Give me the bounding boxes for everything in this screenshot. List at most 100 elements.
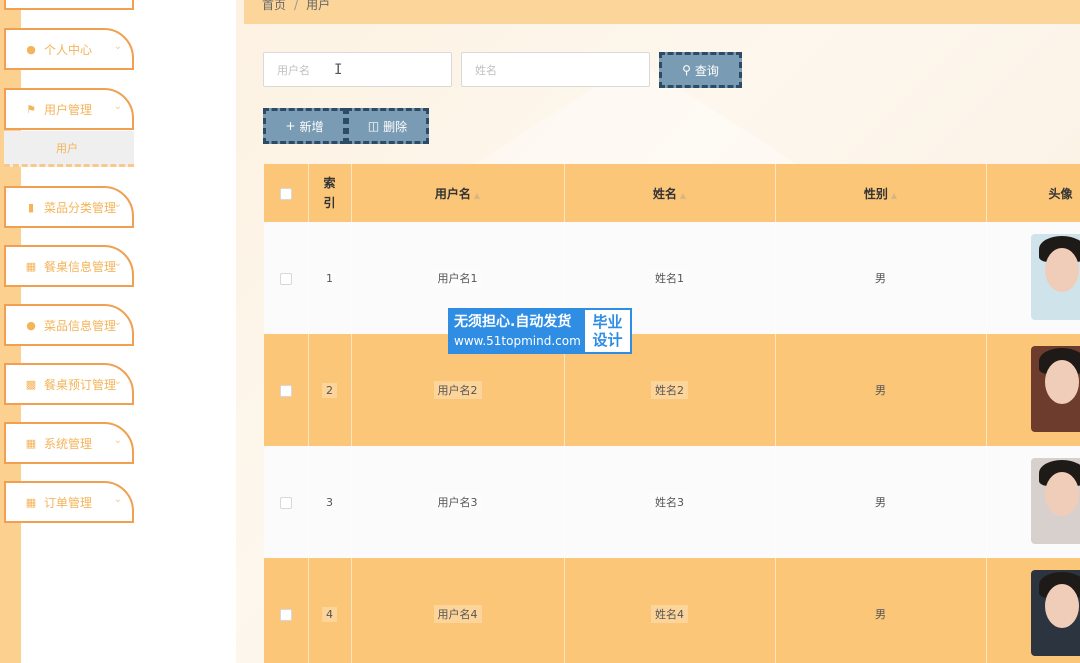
row-checkbox[interactable] xyxy=(279,496,292,509)
header-avatar-label: 头像 xyxy=(1048,186,1073,201)
row-checkbox[interactable] xyxy=(279,384,292,397)
chevron-down-icon: ⌄ xyxy=(113,101,122,112)
chevron-down-icon: ⌄ xyxy=(113,258,122,269)
text-cursor-icon: I xyxy=(334,62,343,78)
chevron-down-icon: ⌄ xyxy=(113,435,122,446)
avatar[interactable] xyxy=(1030,345,1080,432)
submenu-item-user[interactable]: 用户 xyxy=(4,131,134,167)
index-cell: 1 xyxy=(308,222,352,334)
add-button[interactable]: + 新增 xyxy=(263,108,346,144)
avatar-cell xyxy=(986,446,1080,558)
row-select-cell[interactable] xyxy=(264,222,309,334)
avatar[interactable] xyxy=(1030,457,1080,544)
name-value: 姓名2 xyxy=(651,381,688,399)
header-index-label: 索引 xyxy=(323,176,336,210)
gender-value: 男 xyxy=(875,496,886,509)
delete-button[interactable]: ◫ 删除 xyxy=(346,108,429,144)
gender-cell: 男 xyxy=(775,222,987,334)
sidebar-item-user-management[interactable]: ⚑ 用户管理 ⌄ xyxy=(4,88,134,130)
submenu-item-label: 用户 xyxy=(56,141,78,155)
sort-icon[interactable]: ▲ xyxy=(680,191,686,200)
sidebar-item-orders[interactable]: ▦ 订单管理 ⌄ xyxy=(4,481,134,523)
query-button[interactable]: ⚲ 查询 xyxy=(659,52,742,88)
sort-icon[interactable]: ▲ xyxy=(474,191,480,200)
row-select-cell[interactable] xyxy=(264,446,309,558)
avatar-face xyxy=(1044,471,1079,516)
username-placeholder: 用户名 xyxy=(277,63,310,77)
index-cell: 2 xyxy=(308,334,352,446)
sidebar-item-label: 餐桌信息管理 xyxy=(44,259,117,274)
avatar-face xyxy=(1044,583,1079,628)
sidebar-item-dish-category[interactable]: ▮ 菜品分类管理 ⌄ xyxy=(4,186,134,228)
watermark-line1: 无须担心.自动发货 xyxy=(454,314,572,330)
breadcrumb-home[interactable]: 首页 xyxy=(262,0,286,11)
user-table: 索引 用户名 ▲ 姓名 ▲ 性别 ▲ 头像 1 用户名1 姓名1 男 2 用户名2 姓… xyxy=(264,164,1080,663)
avatar[interactable] xyxy=(1030,233,1080,320)
sidebar-item-table-info[interactable]: ▦ 餐桌信息管理 ⌄ xyxy=(4,245,134,287)
header-username-label: 用户名 xyxy=(434,186,471,201)
select-all-checkbox[interactable] xyxy=(279,187,292,200)
username-search-input[interactable]: 用户名 xyxy=(263,52,452,87)
sidebar-item-label: 订单管理 xyxy=(44,495,93,510)
delete-button-label: 删除 xyxy=(383,119,408,134)
username-cell: 用户名3 xyxy=(351,446,565,558)
header-name[interactable]: 姓名 ▲ xyxy=(564,164,776,222)
avatar[interactable] xyxy=(1030,569,1080,656)
name-placeholder: 姓名 xyxy=(475,63,497,77)
index-value: 2 xyxy=(322,382,337,398)
username-value: 用户名3 xyxy=(433,493,482,511)
watermark-url: www.51topmind.com xyxy=(454,334,581,348)
table-row[interactable]: 4 用户名4 姓名4 男 xyxy=(264,558,1080,663)
username-value: 用户名2 xyxy=(433,381,482,399)
header-avatar: 头像 xyxy=(986,164,1080,222)
header-name-label: 姓名 xyxy=(652,186,677,201)
breadcrumb: 首页 / 用户 xyxy=(244,0,1080,24)
name-value: 姓名1 xyxy=(651,269,688,287)
sidebar-item-label: 系统管理 xyxy=(44,436,93,451)
avatar-cell xyxy=(986,558,1080,663)
watermark-badge: 毕业 设计 xyxy=(585,310,630,352)
sidebar-item-top-clipped[interactable] xyxy=(4,0,134,10)
table-row[interactable]: 3 用户名3 姓名3 男 xyxy=(264,446,1080,558)
watermark-badge-line1: 毕业 xyxy=(592,313,623,331)
chevron-down-icon: ⌄ xyxy=(113,317,122,328)
sidebar-item-system[interactable]: ▦ 系统管理 ⌄ xyxy=(4,422,134,464)
row-checkbox[interactable] xyxy=(279,608,292,621)
grid-icon: ▦ xyxy=(25,259,37,273)
main-content: 首页 / 用户 用户名 I 姓名 ⚲ 查询 + 新增 ◫ 删除 索引 用户名 ▲… xyxy=(236,0,1080,663)
avatar-face xyxy=(1044,359,1079,404)
apps-icon: ▦ xyxy=(25,436,37,450)
sidebar-item-label: 用户管理 xyxy=(44,102,93,117)
table-row[interactable]: 2 用户名2 姓名2 男 xyxy=(264,334,1080,446)
row-select-cell[interactable] xyxy=(264,334,309,446)
gender-cell: 男 xyxy=(775,334,987,446)
sidebar-item-label: 菜品分类管理 xyxy=(44,200,117,215)
row-checkbox[interactable] xyxy=(279,272,292,285)
chevron-down-icon: ⌄ xyxy=(113,199,122,210)
gender-cell: 男 xyxy=(775,446,987,558)
header-select-all[interactable] xyxy=(264,164,309,222)
flag-icon: ⚑ xyxy=(26,102,36,116)
bulb-icon: ● xyxy=(26,318,36,332)
avatar-cell xyxy=(986,222,1080,334)
sidebar-item-dish-info[interactable]: ● 菜品信息管理 ⌄ xyxy=(4,304,134,346)
header-gender[interactable]: 性别 ▲ xyxy=(775,164,987,222)
avatar-face xyxy=(1044,247,1079,292)
table-header-row: 索引 用户名 ▲ 姓名 ▲ 性别 ▲ 头像 xyxy=(264,164,1080,222)
header-username[interactable]: 用户名 ▲ xyxy=(351,164,565,222)
trash-icon: ◫ xyxy=(367,119,380,133)
apps-icon: ▦ xyxy=(25,495,37,509)
name-search-input[interactable]: 姓名 xyxy=(461,52,650,87)
sidebar-item-table-booking[interactable]: ▩ 餐桌预订管理 ⌄ xyxy=(4,363,134,405)
query-button-label: 查询 xyxy=(694,63,719,78)
chevron-down-icon: ⌄ xyxy=(113,494,122,505)
sidebar-item-personal-center[interactable]: ● 个人中心 ⌄ xyxy=(4,28,134,70)
row-select-cell[interactable] xyxy=(264,558,309,663)
plus-icon: + xyxy=(285,119,296,133)
username-value: 用户名4 xyxy=(433,605,482,623)
search-icon: ⚲ xyxy=(682,63,691,77)
sort-icon[interactable]: ▲ xyxy=(891,191,897,200)
gender-cell: 男 xyxy=(775,558,987,663)
table-row[interactable]: 1 用户名1 姓名1 男 xyxy=(264,222,1080,334)
avatar-cell xyxy=(986,334,1080,446)
